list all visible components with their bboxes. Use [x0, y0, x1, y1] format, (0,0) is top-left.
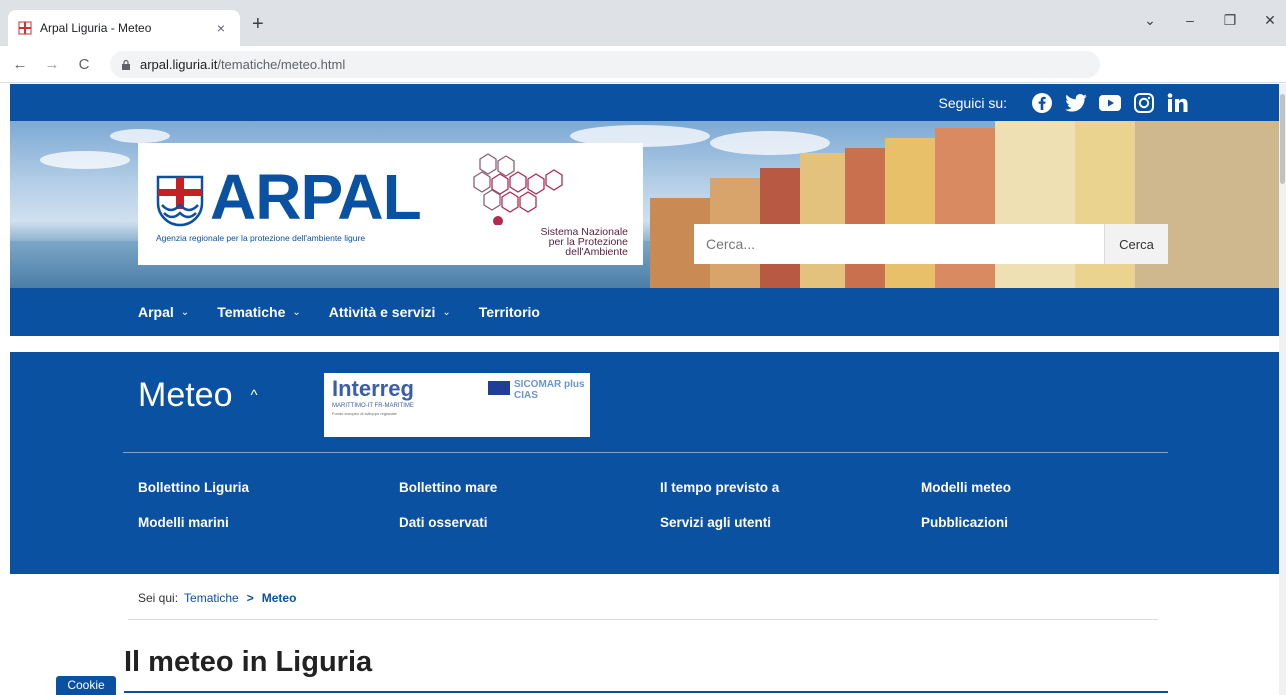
- title-underline: [124, 691, 1168, 693]
- link-bollettino-liguria[interactable]: Bollettino Liguria: [138, 480, 399, 495]
- browser-toolbar: ← → C arpal.liguria.it/tematiche/meteo.h…: [0, 46, 1286, 115]
- browser-tab[interactable]: Arpal Liguria - Meteo ×: [8, 10, 240, 46]
- link-servizi-utenti[interactable]: Servizi agli utenti: [660, 515, 921, 530]
- interreg-logo[interactable]: Interreg MARITTIMO-IT FR-MARITIME Fondo …: [324, 373, 590, 437]
- top-social-strip: Seguici su:: [10, 84, 1279, 121]
- link-bollettino-mare[interactable]: Bollettino mare: [399, 480, 660, 495]
- url-host: arpal.liguria.it: [140, 57, 218, 72]
- breadcrumb-prefix: Sei qui:: [138, 591, 179, 605]
- link-pubblicazioni[interactable]: Pubblicazioni: [921, 515, 1168, 530]
- nav-item-attivita-servizi[interactable]: Attività e servizi ⌄: [329, 304, 451, 320]
- breadcrumb-divider: [128, 619, 1158, 620]
- section-divider: [123, 452, 1168, 453]
- scrollbar-thumb[interactable]: [1280, 94, 1285, 184]
- follow-label: Seguici su:: [938, 94, 1007, 111]
- main-navigation: Arpal ⌄ Tematiche ⌄ Attività e servizi ⌄ Te…: [10, 288, 1279, 336]
- follow-us: Seguici su:: [939, 84, 1189, 121]
- cloud-shape: [40, 151, 130, 169]
- youtube-icon[interactable]: [1099, 92, 1121, 114]
- back-button[interactable]: ←: [8, 56, 32, 73]
- browser-tabbar: Arpal Liguria - Meteo × + ⌄ – ❐ ✕: [0, 0, 1286, 46]
- link-tempo-previsto[interactable]: Il tempo previsto a: [660, 480, 921, 495]
- interreg-logo-subtitle: MARITTIMO-IT FR-MARITIME: [332, 403, 414, 409]
- section-title[interactable]: Meteo ^: [138, 376, 258, 415]
- building-shape: [935, 128, 995, 288]
- breadcrumb-separator-icon: >: [246, 591, 254, 605]
- arpal-logo-word: ARPAL: [210, 161, 422, 233]
- nav-item-arpal[interactable]: Arpal ⌄: [138, 304, 189, 320]
- eu-flag-icon: [488, 381, 510, 395]
- chevron-down-icon: ⌄: [292, 306, 301, 318]
- restore-icon[interactable]: ❐: [1220, 12, 1240, 29]
- meteo-section-header: Meteo ^ Interreg MARITTIMO-IT FR-MARITIM…: [10, 352, 1279, 574]
- chevron-up-icon: ^: [250, 387, 258, 404]
- snpa-logo-text: Sistema Nazionale per la Protezione dell…: [478, 227, 628, 258]
- header-banner: ARPAL Agenzia regionale per la protezion…: [10, 121, 1279, 288]
- cookie-button[interactable]: Cookie: [56, 676, 116, 695]
- page-title: Il meteo in Liguria: [124, 646, 373, 678]
- instagram-icon[interactable]: [1133, 92, 1155, 114]
- snpa-hexagon-icon: [473, 153, 563, 225]
- breadcrumb-current: Meteo: [261, 591, 297, 605]
- arpal-logo-box[interactable]: ARPAL Agenzia regionale per la protezion…: [138, 143, 643, 265]
- twitter-icon[interactable]: [1065, 92, 1087, 114]
- sicomar-cias-logos: SICOMAR plus CIAS: [514, 379, 585, 401]
- breadcrumb-link-tematiche[interactable]: Tematiche: [184, 591, 239, 605]
- building-shape: [800, 153, 845, 288]
- nav-item-label: Arpal: [138, 304, 174, 320]
- tab-close-icon[interactable]: ×: [212, 20, 230, 36]
- minimize-icon[interactable]: –: [1180, 12, 1200, 28]
- tab-search-icon[interactable]: ⌄: [1140, 12, 1160, 29]
- snpa-line-3: dell'Ambiente: [565, 246, 628, 258]
- url-path: /tematiche/meteo.html: [217, 57, 346, 72]
- link-modelli-marini[interactable]: Modelli marini: [138, 515, 399, 530]
- forward-button[interactable]: →: [40, 56, 64, 73]
- nav-item-label: Territorio: [478, 304, 540, 320]
- url-text: arpal.liguria.it/tematiche/meteo.html: [140, 57, 345, 72]
- link-modelli-meteo[interactable]: Modelli meteo: [921, 480, 1168, 495]
- building-shape: [885, 138, 935, 288]
- liguria-shield-icon: [156, 175, 204, 227]
- address-bar[interactable]: arpal.liguria.it/tematiche/meteo.html: [110, 51, 1100, 78]
- lock-icon: [122, 59, 130, 70]
- interreg-logo-fineprint: Fondo europeo di sviluppo regionale: [332, 411, 397, 416]
- site-search-button[interactable]: Cerca: [1104, 224, 1168, 264]
- nav-item-label: Tematiche: [217, 304, 286, 320]
- new-tab-button[interactable]: +: [252, 14, 264, 34]
- page-viewport: Seguici su: ARPAL Agenzia regionale per …: [0, 84, 1279, 695]
- nav-item-tematiche[interactable]: Tematiche ⌄: [217, 304, 301, 320]
- page-scrollbar[interactable]: [1279, 84, 1286, 695]
- section-title-text: Meteo: [138, 376, 233, 414]
- reload-button[interactable]: C: [72, 56, 96, 73]
- site-search-input[interactable]: [694, 224, 1104, 264]
- cloud-shape: [110, 129, 170, 143]
- linkedin-icon[interactable]: [1167, 92, 1189, 114]
- chevron-down-icon: ⌄: [442, 306, 451, 318]
- facebook-icon[interactable]: [1031, 92, 1053, 114]
- link-dati-osservati[interactable]: Dati osservati: [399, 515, 660, 530]
- nav-item-label: Attività e servizi: [328, 304, 436, 320]
- liguria-crest-icon: [18, 21, 32, 35]
- arpal-logo-subtitle: Agenzia regionale per la protezione dell…: [156, 233, 366, 243]
- close-window-icon[interactable]: ✕: [1260, 12, 1280, 29]
- building-shape: [845, 148, 885, 288]
- breadcrumb: Sei qui: Tematiche > Meteo: [138, 591, 296, 605]
- chevron-down-icon: ⌄: [180, 306, 190, 318]
- cloud-shape: [710, 131, 830, 155]
- tab-title: Arpal Liguria - Meteo: [40, 21, 152, 35]
- meteo-links-grid: Bollettino Liguria Bollettino mare Il te…: [138, 480, 1168, 530]
- nav-item-territorio[interactable]: Territorio: [479, 304, 540, 320]
